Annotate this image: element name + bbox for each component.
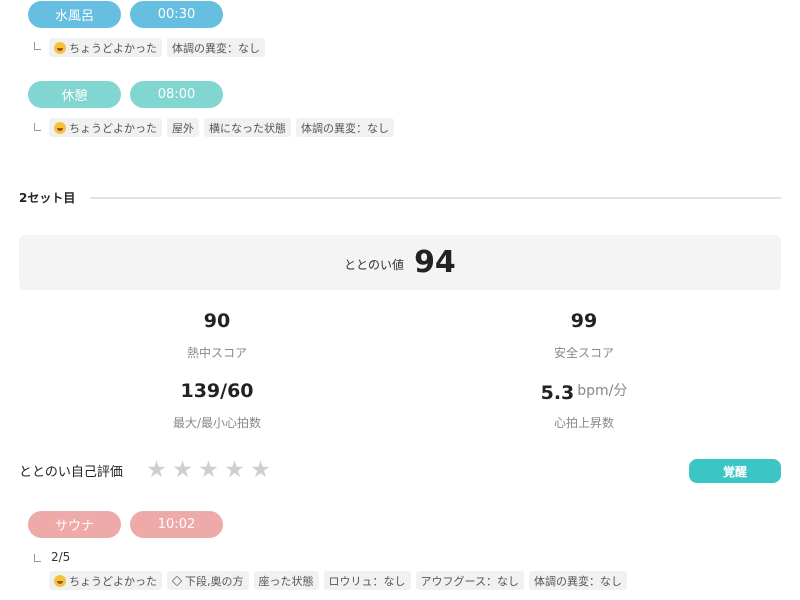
safety-score-value: 99 (570, 310, 598, 332)
sauna-time: 10:02 (157, 517, 196, 532)
totonoi-value: 94 (414, 245, 456, 280)
tag: 横になった状態 (204, 118, 291, 137)
grinning-face-icon (54, 121, 66, 134)
hr-rise-value: 5.3 (540, 382, 575, 404)
awake-button[interactable]: 覚醒 (689, 459, 781, 483)
bath-time-badge: 00:30 (130, 1, 223, 28)
tag: 下段,奥の方 (167, 571, 249, 590)
grinning-face-icon (54, 41, 66, 54)
tag: 屋外 (167, 118, 199, 137)
tag: 体調の異変：なし (528, 571, 627, 590)
rest-tags: ちょうどよかった 屋外 横になった状態 体調の異変：なし (49, 118, 394, 137)
bath-time: 00:30 (157, 7, 196, 22)
tag: 体調の異変：なし (296, 118, 394, 137)
rest-type-label: 休憩 (61, 89, 88, 104)
star-icon[interactable]: ★ (171, 457, 194, 483)
rest-time: 08:00 (157, 87, 196, 102)
heart-rate-value: 139/60 (180, 380, 254, 402)
sauna-time-badge: 10:02 (130, 511, 223, 538)
tag-label: 座った状態 (258, 574, 314, 588)
tag-label: 横になった状態 (209, 121, 286, 135)
safety-score-label: 安全スコア (553, 346, 614, 360)
section-divider (90, 197, 781, 199)
totonoi-label: ととのい値 (344, 258, 405, 272)
tag-label: ちょうどよかった (69, 41, 157, 55)
heat-score-label: 熱中スコア (186, 346, 247, 360)
bath-tags: ちょうどよかった 体調の異変：なし (49, 38, 265, 57)
tag-label: 下段,奥の方 (185, 574, 244, 588)
tag: アウフグース：なし (415, 571, 524, 590)
sauna-type-label: サウナ (54, 519, 94, 534)
tag: ちょうどよかった (49, 571, 162, 590)
rest-time-badge: 08:00 (130, 81, 223, 108)
tag-label: アウフグース：なし (420, 574, 519, 588)
star-icon[interactable]: ★ (145, 457, 168, 483)
tree-corner-icon (34, 42, 41, 50)
layers-icon (171, 575, 183, 586)
hr-rise-unit: bpm/分 (577, 383, 628, 399)
rating-stars[interactable]: ★ ★ ★ ★ ★ (145, 457, 272, 483)
hr-rise-label: 心拍上昇数 (553, 416, 614, 430)
tag-label: 屋外 (172, 121, 194, 135)
star-icon[interactable]: ★ (197, 457, 220, 483)
tag-label: ちょうどよかった (69, 574, 157, 588)
self-eval-label: ととのい自己評価 (19, 465, 123, 480)
sauna-tags: ちょうどよかった 下段,奥の方 座った状態 ロウリュ：なし アウフグース：なし … (49, 571, 627, 590)
tag: ロウリュ：なし (323, 571, 411, 590)
heart-rate-label: 最大/最小心拍数 (172, 416, 262, 430)
sauna-sub-count: 2/5 (51, 550, 71, 564)
tag-label: ちょうどよかった (69, 121, 157, 135)
tree-corner-icon (34, 554, 41, 562)
tag: ちょうどよかった (49, 118, 162, 137)
tag-label: 体調の異変：なし (172, 41, 260, 55)
bath-type-label: 水風呂 (54, 9, 94, 24)
tag: ちょうどよかった (49, 38, 162, 57)
sauna-type-badge: サウナ (28, 511, 121, 538)
tree-corner-icon (34, 123, 41, 131)
rest-type-badge: 休憩 (28, 81, 121, 108)
bath-type-badge: 水風呂 (28, 1, 121, 28)
set-title: 2セット目 (19, 191, 76, 205)
star-icon[interactable]: ★ (249, 457, 272, 483)
tag-label: 体調の異変：なし (533, 574, 622, 588)
hr-rise-stat: 5.3 bpm/分 (484, 380, 684, 404)
grinning-face-icon (54, 574, 66, 587)
star-icon[interactable]: ★ (223, 457, 246, 483)
tag: 体調の異変：なし (167, 38, 265, 57)
tag: 座った状態 (253, 571, 319, 590)
tag-label: ロウリュ：なし (328, 574, 406, 588)
tag-label: 体調の異変：なし (301, 121, 389, 135)
heat-score-value: 90 (203, 310, 231, 332)
totonoi-score-panel: ととのい値 94 (19, 235, 781, 290)
